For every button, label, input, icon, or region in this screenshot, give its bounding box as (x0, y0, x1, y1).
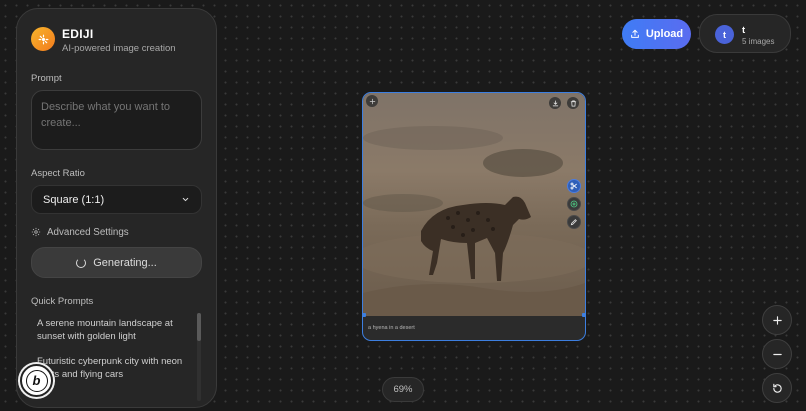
drag-handle-icon[interactable] (366, 95, 378, 107)
quick-prompts-label: Quick Prompts (31, 296, 94, 307)
user-card[interactable]: t t 5 images (699, 14, 791, 53)
b-logo-icon: b (25, 369, 48, 392)
reset-view-button[interactable] (762, 373, 792, 403)
built-with-badge[interactable]: b (20, 364, 53, 397)
app-logo (31, 27, 55, 51)
quick-prompt-item[interactable]: Futuristic cyberpunk city with neon ligh… (31, 352, 196, 390)
image-card[interactable]: a hyena in a desert (362, 92, 586, 341)
quick-prompts-scroll-thumb[interactable] (197, 313, 201, 341)
aspect-ratio-label: Aspect Ratio (31, 168, 85, 179)
scissors-icon[interactable] (567, 179, 581, 193)
download-icon[interactable] (549, 97, 561, 109)
prompt-label: Prompt (31, 73, 62, 84)
aspect-ratio-select[interactable]: Square (1:1) (31, 185, 202, 214)
user-image-count: 5 images (742, 37, 775, 46)
app-title: EDIJI (62, 27, 94, 41)
upload-label: Upload (645, 28, 684, 40)
prompt-input[interactable] (31, 90, 202, 150)
sparkle-icon (38, 34, 48, 44)
avatar: t (715, 25, 734, 44)
upload-button[interactable]: Upload (622, 19, 691, 49)
zoom-level: 69% (382, 377, 424, 402)
generate-button[interactable]: Generating... (31, 247, 202, 278)
zoom-out-button[interactable] (762, 339, 792, 369)
resize-handle[interactable] (582, 313, 585, 317)
trash-icon[interactable] (567, 97, 579, 109)
generated-image (363, 93, 585, 316)
zoom-in-button[interactable] (762, 305, 792, 335)
minus-icon (772, 353, 782, 355)
quick-prompt-item[interactable]: A serene mountain landscape at sunset wi… (31, 314, 196, 352)
resize-handle[interactable] (363, 313, 366, 317)
target-icon[interactable] (567, 197, 581, 211)
loading-spinner-icon (76, 257, 87, 268)
app-subtitle: AI-powered image creation (62, 43, 176, 54)
reset-icon (772, 383, 782, 393)
generate-button-label: Generating... (93, 256, 157, 269)
image-caption: a hyena in a desert (368, 325, 415, 331)
advanced-settings-toggle[interactable]: Advanced Settings (31, 225, 129, 239)
user-name: t (742, 25, 746, 36)
gear-icon (31, 227, 41, 237)
chevron-down-icon (182, 197, 189, 202)
upload-icon (631, 29, 639, 38)
plus-icon (772, 315, 782, 325)
sidebar: EDIJI AI-powered image creation Prompt A… (16, 8, 217, 408)
aspect-ratio-value: Square (1:1) (43, 193, 105, 206)
edit-pen-icon[interactable] (567, 215, 581, 229)
quick-prompts-list: A serene mountain landscape at sunset wi… (31, 314, 196, 404)
advanced-settings-label: Advanced Settings (47, 226, 129, 238)
